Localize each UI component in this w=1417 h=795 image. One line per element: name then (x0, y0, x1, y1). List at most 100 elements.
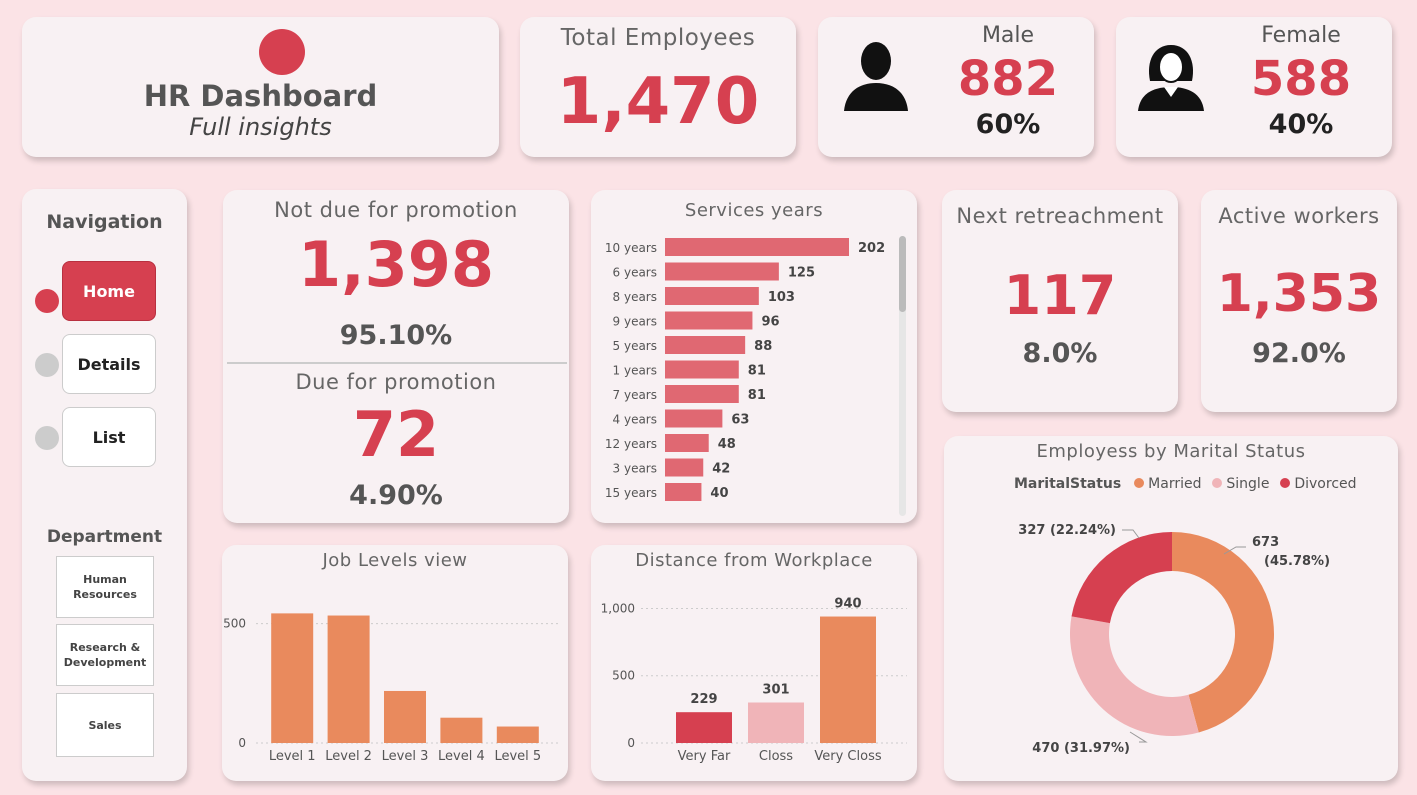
retrenchment-percent: 8.0% (1022, 338, 1098, 369)
distance-value-label: 940 (834, 597, 861, 612)
legend-divorced-dot (1279, 478, 1290, 488)
services-value-label: 81 (748, 388, 766, 403)
services-years-chart: 10 years 202 6 years 125 8 years 103 9 years 96… (605, 238, 885, 501)
legend-divorced-label: Divorced (1294, 476, 1357, 492)
job-level-bar[interactable] (384, 690, 426, 743)
married-percent-label: (45.78%) (1264, 554, 1330, 569)
single-value-label: 470 (31.97%) (1032, 741, 1130, 756)
male-person-icon (844, 42, 908, 111)
services-bar[interactable] (665, 483, 702, 501)
divorced-leader-line (1122, 529, 1140, 539)
services-value-label: 40 (710, 486, 728, 501)
services-years-title: Services years (684, 200, 824, 221)
distance-bar[interactable] (748, 702, 804, 743)
distance-category-label: Very Far (678, 749, 731, 764)
dept-research-development-button[interactable]: Research & Development (56, 624, 154, 686)
list-indicator-dot (35, 426, 59, 450)
legend-single-dot (1211, 478, 1222, 488)
donut-slice[interactable] (1071, 532, 1172, 624)
services-bar[interactable] (665, 238, 849, 256)
active-workers-label: Active workers (1218, 204, 1380, 228)
distance-card: Distance from Workplace 0 500 1,000 229 Very… (591, 545, 917, 781)
marital-status-card: Employess by Marital Status MaritalStatu… (944, 436, 1398, 781)
services-scrollbar-thumb[interactable] (899, 236, 906, 312)
female-percent: 40% (1268, 109, 1334, 140)
job-levels-title: Job Levels view (322, 550, 468, 571)
services-bar[interactable] (665, 336, 746, 354)
services-category-label: 7 years (613, 388, 657, 402)
services-bar[interactable] (665, 262, 779, 281)
services-bar[interactable] (665, 311, 753, 330)
female-card: Female 588 40% (1116, 17, 1392, 157)
job-level-label: Level 4 (438, 749, 485, 764)
services-bar[interactable] (665, 434, 709, 452)
title-card: HR Dashboard Full insights (22, 17, 499, 157)
services-value-label: 81 (748, 364, 766, 379)
services-category-label: 3 years (613, 462, 657, 476)
dept-human-resources-button[interactable]: Human Resources (56, 556, 154, 618)
distance-bar[interactable] (820, 616, 876, 743)
male-value: 882 (957, 51, 1059, 107)
legend-title: MaritalStatus (1014, 476, 1122, 492)
distance-value-label: 301 (762, 683, 789, 698)
services-bar[interactable] (665, 385, 739, 403)
services-value-label: 103 (768, 290, 795, 305)
services-value-label: 42 (712, 462, 730, 477)
married-value-label: 673 (1252, 535, 1279, 550)
active-workers-value: 1,353 (1216, 264, 1382, 324)
marital-status-title: Employess by Marital Status (1036, 441, 1306, 462)
services-value-label: 63 (731, 413, 749, 428)
active-workers-card: Active workers 1,353 92.0% (1201, 190, 1397, 412)
legend-married-dot (1133, 478, 1144, 488)
not-due-percent: 95.10% (339, 320, 453, 351)
services-scrollbar[interactable] (899, 236, 906, 516)
job-level-label: Level 2 (325, 749, 372, 764)
job-level-bar[interactable] (327, 615, 370, 743)
services-category-label: 1 years (613, 364, 657, 378)
donut-slice[interactable] (1070, 616, 1199, 736)
services-years-card: Services years 10 years 202 6 years 125 8 ye… (591, 190, 917, 523)
job-level-bar[interactable] (440, 717, 483, 743)
distance-chart: 0 500 1,000 229 Very Far 301 Closs 940 Very Clos… (601, 597, 907, 764)
job-level-label: Level 5 (494, 749, 541, 764)
dept-sales-button[interactable]: Sales (56, 693, 154, 757)
male-card: Male 882 60% (818, 17, 1094, 157)
job-level-bar[interactable] (271, 613, 314, 743)
total-employees-label: Total Employees (560, 25, 756, 51)
services-bar[interactable] (665, 458, 704, 477)
promotion-card: Not due for promotion 1,398 95.10% Due f… (223, 190, 569, 523)
services-category-label: 4 years (613, 413, 657, 427)
dashboard-title: HR Dashboard (143, 79, 378, 113)
nav-details-button[interactable]: Details (62, 334, 156, 394)
navigation-title: Navigation (46, 211, 163, 233)
due-percent: 4.90% (349, 480, 443, 511)
marital-donut-chart: 673 (45.78%) 470 (31.97%) 327 (22.24%) (1018, 523, 1330, 756)
services-category-label: 15 years (605, 486, 657, 500)
female-value: 588 (1250, 51, 1352, 107)
services-category-label: 9 years (613, 315, 657, 329)
retrenchment-card: Next retreachment 117 8.0% (942, 190, 1178, 412)
services-value-label: 48 (718, 437, 736, 452)
services-bar[interactable] (665, 287, 759, 305)
services-category-label: 12 years (605, 437, 657, 451)
distance-ytick-label: 1,000 (601, 601, 635, 615)
services-value-label: 202 (858, 241, 885, 256)
services-bar[interactable] (665, 409, 723, 428)
job-level-bar[interactable] (496, 726, 539, 743)
nav-home-button[interactable]: Home (62, 261, 156, 321)
nav-list-button[interactable]: List (62, 407, 156, 467)
services-category-label: 6 years (613, 266, 657, 280)
legend-single-label: Single (1226, 476, 1270, 492)
distance-ytick-label: 0 (627, 736, 635, 750)
job-levels-card: Job Levels view 0 500 Level 1 Level 2 Level … (222, 545, 568, 781)
services-value-label: 96 (761, 315, 779, 330)
due-label: Due for promotion (295, 370, 497, 394)
divorced-value-label: 327 (22.24%) (1018, 523, 1116, 538)
job-level-label: Level 3 (382, 749, 429, 764)
services-bar[interactable] (665, 360, 739, 379)
services-category-label: 10 years (605, 241, 657, 255)
male-percent: 60% (975, 109, 1041, 140)
distance-bar[interactable] (676, 712, 732, 743)
logo-icon (259, 29, 305, 75)
distance-ytick-label: 500 (612, 669, 635, 683)
